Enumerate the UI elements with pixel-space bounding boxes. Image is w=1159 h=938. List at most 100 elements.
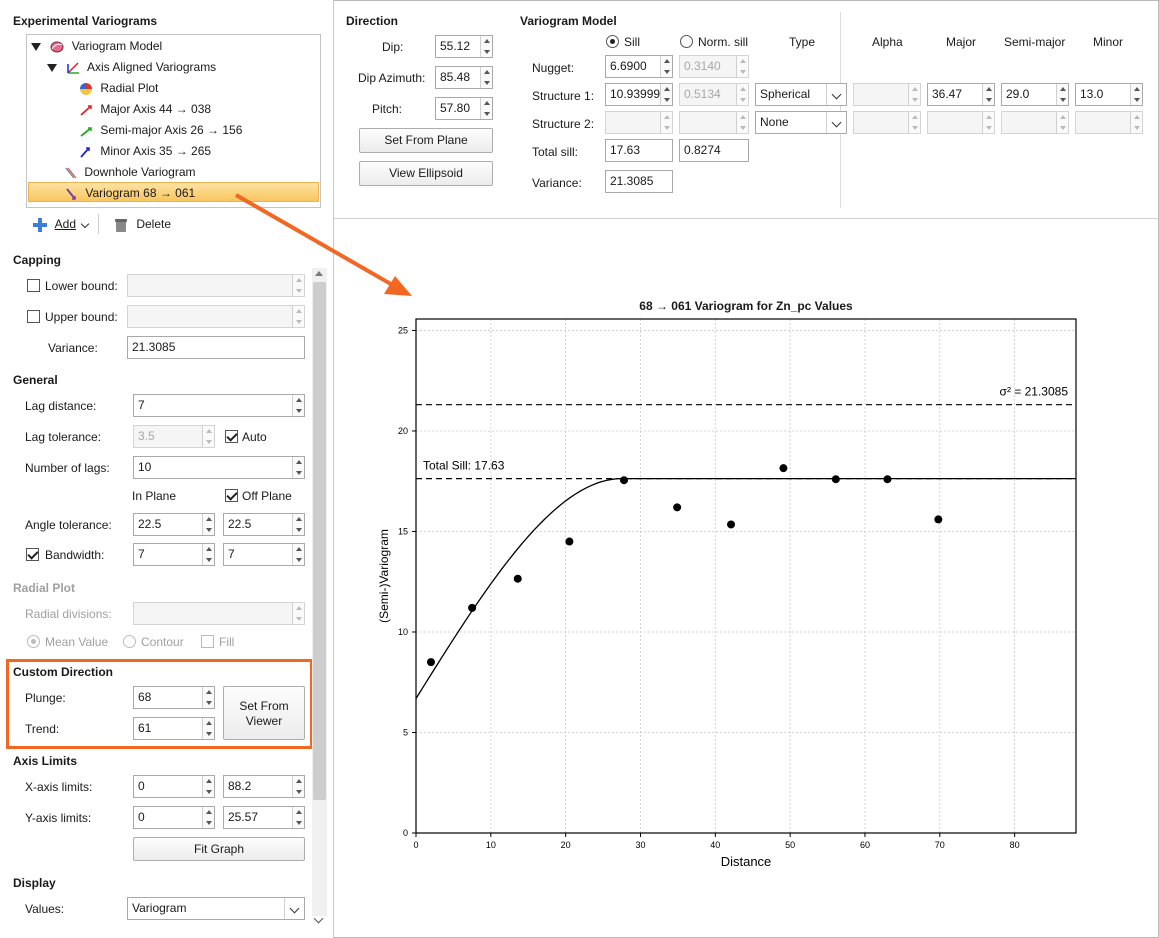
y-axis-min-input[interactable]: 0	[133, 806, 215, 829]
contour-radio[interactable]	[123, 635, 136, 648]
bandwidth-checkbox[interactable]	[26, 548, 39, 561]
norm-sill-label: Norm. sill	[698, 35, 748, 49]
s2-minor-input[interactable]	[1075, 111, 1143, 134]
s1-semi-major-input[interactable]: 29.0	[1001, 83, 1069, 106]
lower-bound-checkbox[interactable]	[27, 279, 40, 292]
dip-azimuth-input[interactable]: 85.48	[435, 66, 493, 89]
s1-sill-value: 10.939999	[610, 87, 667, 101]
left-panel-scrollbar[interactable]	[312, 268, 327, 924]
angle-tolerance-off-input[interactable]: 22.5	[223, 513, 305, 536]
lag-tolerance-input[interactable]: 3.5	[133, 425, 215, 448]
upper-bound-checkbox[interactable]	[27, 310, 40, 323]
tree-item-label: Semi-major Axis 26 → 156	[100, 123, 243, 137]
s1-type-value: Spherical	[760, 87, 811, 101]
add-button[interactable]: Add	[32, 215, 90, 233]
set-from-viewer-label-2: Viewer	[245, 714, 283, 728]
set-from-viewer-label-1: Set From	[239, 699, 289, 713]
fill-checkbox[interactable]	[201, 635, 214, 648]
plunge-value: 68	[138, 690, 152, 704]
x-axis-min-input[interactable]: 0	[133, 775, 215, 798]
y-tick-label: 5	[403, 727, 408, 737]
lower-bound-input[interactable]	[127, 274, 305, 297]
right-area: Direction Dip: 55.12 Dip Azimuth: 85.48 …	[334, 0, 1159, 938]
number-of-lags-input[interactable]: 10	[133, 456, 305, 479]
bandwidth-in-input[interactable]: 7	[133, 543, 215, 566]
s1-major-value: 36.47	[932, 87, 963, 101]
plunge-input[interactable]: 68	[133, 686, 215, 709]
expand-triangle-icon[interactable]	[31, 42, 41, 51]
bandwidth-label: Bandwidth:	[45, 548, 105, 562]
minor-axis-icon	[80, 147, 90, 158]
tree-item-downhole-variogram[interactable]: Downhole Variogram	[63, 162, 196, 182]
auto-checkbox[interactable]	[225, 430, 238, 443]
in-plane-label: In Plane	[132, 489, 177, 503]
s1-type-dropdown[interactable]: Spherical	[755, 83, 847, 106]
type-column-header: Type	[789, 35, 816, 49]
radial-plot-title: Radial Plot	[13, 581, 76, 595]
s1-norm-input[interactable]: 0.5134	[679, 83, 749, 106]
dip-azimuth-label: Dip Azimuth:	[358, 71, 426, 85]
dip-azimuth-value: 85.48	[440, 70, 471, 84]
fit-graph-button[interactable]: Fit Graph	[133, 837, 305, 861]
s2-major-input[interactable]	[927, 111, 995, 134]
s2-type-dropdown[interactable]: None	[755, 111, 847, 134]
sill-radio[interactable]	[606, 35, 619, 48]
view-ellipsoid-button[interactable]: View Ellipsoid	[359, 161, 493, 186]
values-dropdown[interactable]: Variogram	[127, 897, 305, 920]
off-plane-checkbox[interactable]	[225, 489, 238, 502]
s2-semi-major-input[interactable]	[1001, 111, 1069, 134]
bandwidth-in-value: 7	[138, 547, 145, 561]
y-axis-limits-label: Y-axis limits:	[25, 811, 92, 825]
nugget-norm-input[interactable]: 0.3140	[679, 55, 749, 78]
y-axis-max-input[interactable]: 25.57	[223, 806, 305, 829]
tree-item-minor-axis[interactable]: Minor Axis 35 → 265	[79, 141, 211, 161]
left-panel: Experimental Variograms Variogram Model …	[0, 0, 334, 938]
expand-triangle-icon[interactable]	[47, 63, 57, 72]
pitch-input[interactable]: 57.80	[435, 97, 493, 120]
semi-major-axis-icon	[80, 127, 92, 137]
scroll-down-icon[interactable]	[313, 913, 324, 924]
model-variance-label: Variance:	[532, 176, 582, 190]
off-plane-label: Off Plane	[242, 489, 292, 503]
total-norm-sill-field: 0.8274	[679, 139, 749, 162]
x-axis-limits-label: X-axis limits:	[25, 780, 93, 794]
s1-sill-input[interactable]: 10.939999	[605, 83, 673, 106]
angle-tolerance-in-input[interactable]: 22.5	[133, 513, 215, 536]
scroll-thumb[interactable]	[313, 282, 326, 800]
tree-item-variogram-model[interactable]: Variogram Model	[31, 36, 162, 56]
structure-2-label: Structure 2:	[532, 117, 595, 131]
tree-item-axis-aligned[interactable]: Axis Aligned Variograms	[47, 57, 216, 77]
tree-item-variogram-68-061[interactable]: Variogram 68 → 061	[28, 182, 319, 202]
lag-distance-input[interactable]: 7	[133, 394, 305, 417]
nugget-sill-input[interactable]: 6.6900	[605, 55, 673, 78]
variogram-tree[interactable]: Variogram Model Axis Aligned Variograms …	[26, 34, 321, 208]
dip-input[interactable]: 55.12	[435, 35, 493, 58]
x-axis-max-input[interactable]: 88.2	[223, 775, 305, 798]
set-from-viewer-button[interactable]: Set From Viewer	[223, 686, 305, 740]
bandwidth-off-input[interactable]: 7	[223, 543, 305, 566]
bandwidth-off-value: 7	[228, 547, 235, 561]
contour-label: Contour	[141, 635, 184, 649]
s2-alpha-input[interactable]	[853, 111, 921, 134]
s1-alpha-input[interactable]	[853, 83, 921, 106]
set-from-plane-button[interactable]: Set From Plane	[359, 128, 493, 153]
axis-limits-title: Axis Limits	[13, 754, 78, 768]
data-point	[831, 475, 840, 484]
mean-value-radio[interactable]	[27, 635, 40, 648]
s1-major-input[interactable]: 36.47	[927, 83, 995, 106]
upper-bound-input[interactable]	[127, 305, 305, 328]
s2-sill-input[interactable]	[605, 111, 673, 134]
capping-variance-field[interactable]: 21.3085	[127, 336, 305, 359]
s2-norm-input[interactable]	[679, 111, 749, 134]
scroll-up-icon[interactable]	[315, 271, 323, 276]
tree-item-major-axis[interactable]: Major Axis 44 → 038	[79, 99, 211, 119]
variogram-chart[interactable]: 0 10 20 30 40 50 60 70 80 0 5 10 15 20 25 σ² = 21.3085 T…	[334, 219, 1159, 938]
tree-item-radial-plot[interactable]: Radial Plot	[79, 78, 158, 98]
delete-button[interactable]: Delete	[113, 215, 171, 233]
tree-item-semi-major-axis[interactable]: Semi-major Axis 26 → 156	[79, 120, 242, 140]
norm-sill-radio[interactable]	[680, 35, 693, 48]
s1-minor-input[interactable]: 13.0	[1075, 83, 1143, 106]
trend-input[interactable]: 61	[133, 717, 215, 740]
radial-divisions-input[interactable]	[133, 602, 305, 625]
model-curve	[415, 477, 1076, 699]
